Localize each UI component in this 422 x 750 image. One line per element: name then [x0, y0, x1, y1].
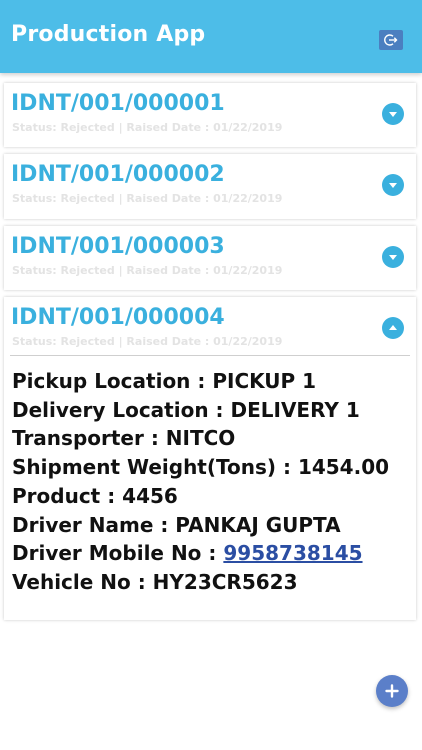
request-id: IDNT/001/000001 — [11, 91, 225, 116]
transporter: Transporter : NITCO — [12, 426, 236, 451]
request-card[interactable]: IDNT/001/000003 Status: Rejected | Raise… — [4, 226, 416, 290]
request-status-line: Status: Rejected | Raised Date : 01/22/2… — [12, 264, 283, 277]
chevron-up-icon — [389, 325, 397, 330]
chevron-down-icon — [389, 112, 397, 117]
driver-name: Driver Name : PANKAJ GUPTA — [12, 512, 341, 537]
vehicle-number: Vehicle No : HY23CR5623 — [12, 569, 298, 594]
app-header: Production App — [0, 0, 422, 73]
driver-phone-link[interactable]: 9958738145 — [223, 541, 362, 565]
logout-icon — [384, 34, 398, 46]
delivery-location: Delivery Location : DELIVERY 1 — [12, 397, 360, 422]
shipment-details: Pickup Location : PICKUP 1 Delivery Loca… — [12, 367, 389, 597]
logout-button[interactable] — [379, 30, 403, 50]
card-divider — [10, 355, 410, 356]
request-id: IDNT/001/000004 — [11, 305, 225, 330]
request-card-expanded[interactable]: IDNT/001/000004 Status: Rejected | Raise… — [4, 297, 416, 620]
request-card[interactable]: IDNT/001/000001 Status: Rejected | Raise… — [4, 83, 416, 147]
request-card[interactable]: IDNT/001/000002 Status: Rejected | Raise… — [4, 154, 416, 219]
pickup-location: Pickup Location : PICKUP 1 — [12, 369, 317, 393]
expand-button[interactable] — [382, 174, 404, 196]
chevron-down-icon — [389, 183, 397, 188]
chevron-down-icon — [389, 255, 397, 260]
request-status-line: Status: Rejected | Raised Date : 01/22/2… — [12, 121, 283, 134]
expand-button[interactable] — [382, 103, 404, 125]
collapse-button[interactable] — [382, 317, 404, 339]
request-id: IDNT/001/000002 — [11, 162, 225, 187]
expand-button[interactable] — [382, 246, 404, 268]
request-status-line: Status: Rejected | Raised Date : 01/22/2… — [12, 335, 283, 348]
request-id: IDNT/001/000003 — [11, 234, 225, 259]
driver-mobile-label: Driver Mobile No : — [12, 541, 224, 566]
request-status-line: Status: Rejected | Raised Date : 01/22/2… — [12, 192, 283, 205]
app-title: Production App — [11, 22, 206, 47]
driver-mobile: Driver Mobile No : 9958738145 — [12, 539, 389, 568]
add-request-button[interactable] — [376, 675, 408, 707]
shipment-weight: Shipment Weight(Tons) : 1454.00 — [12, 455, 390, 480]
plus-icon — [385, 684, 399, 698]
product: Product : 4456 — [12, 483, 178, 508]
